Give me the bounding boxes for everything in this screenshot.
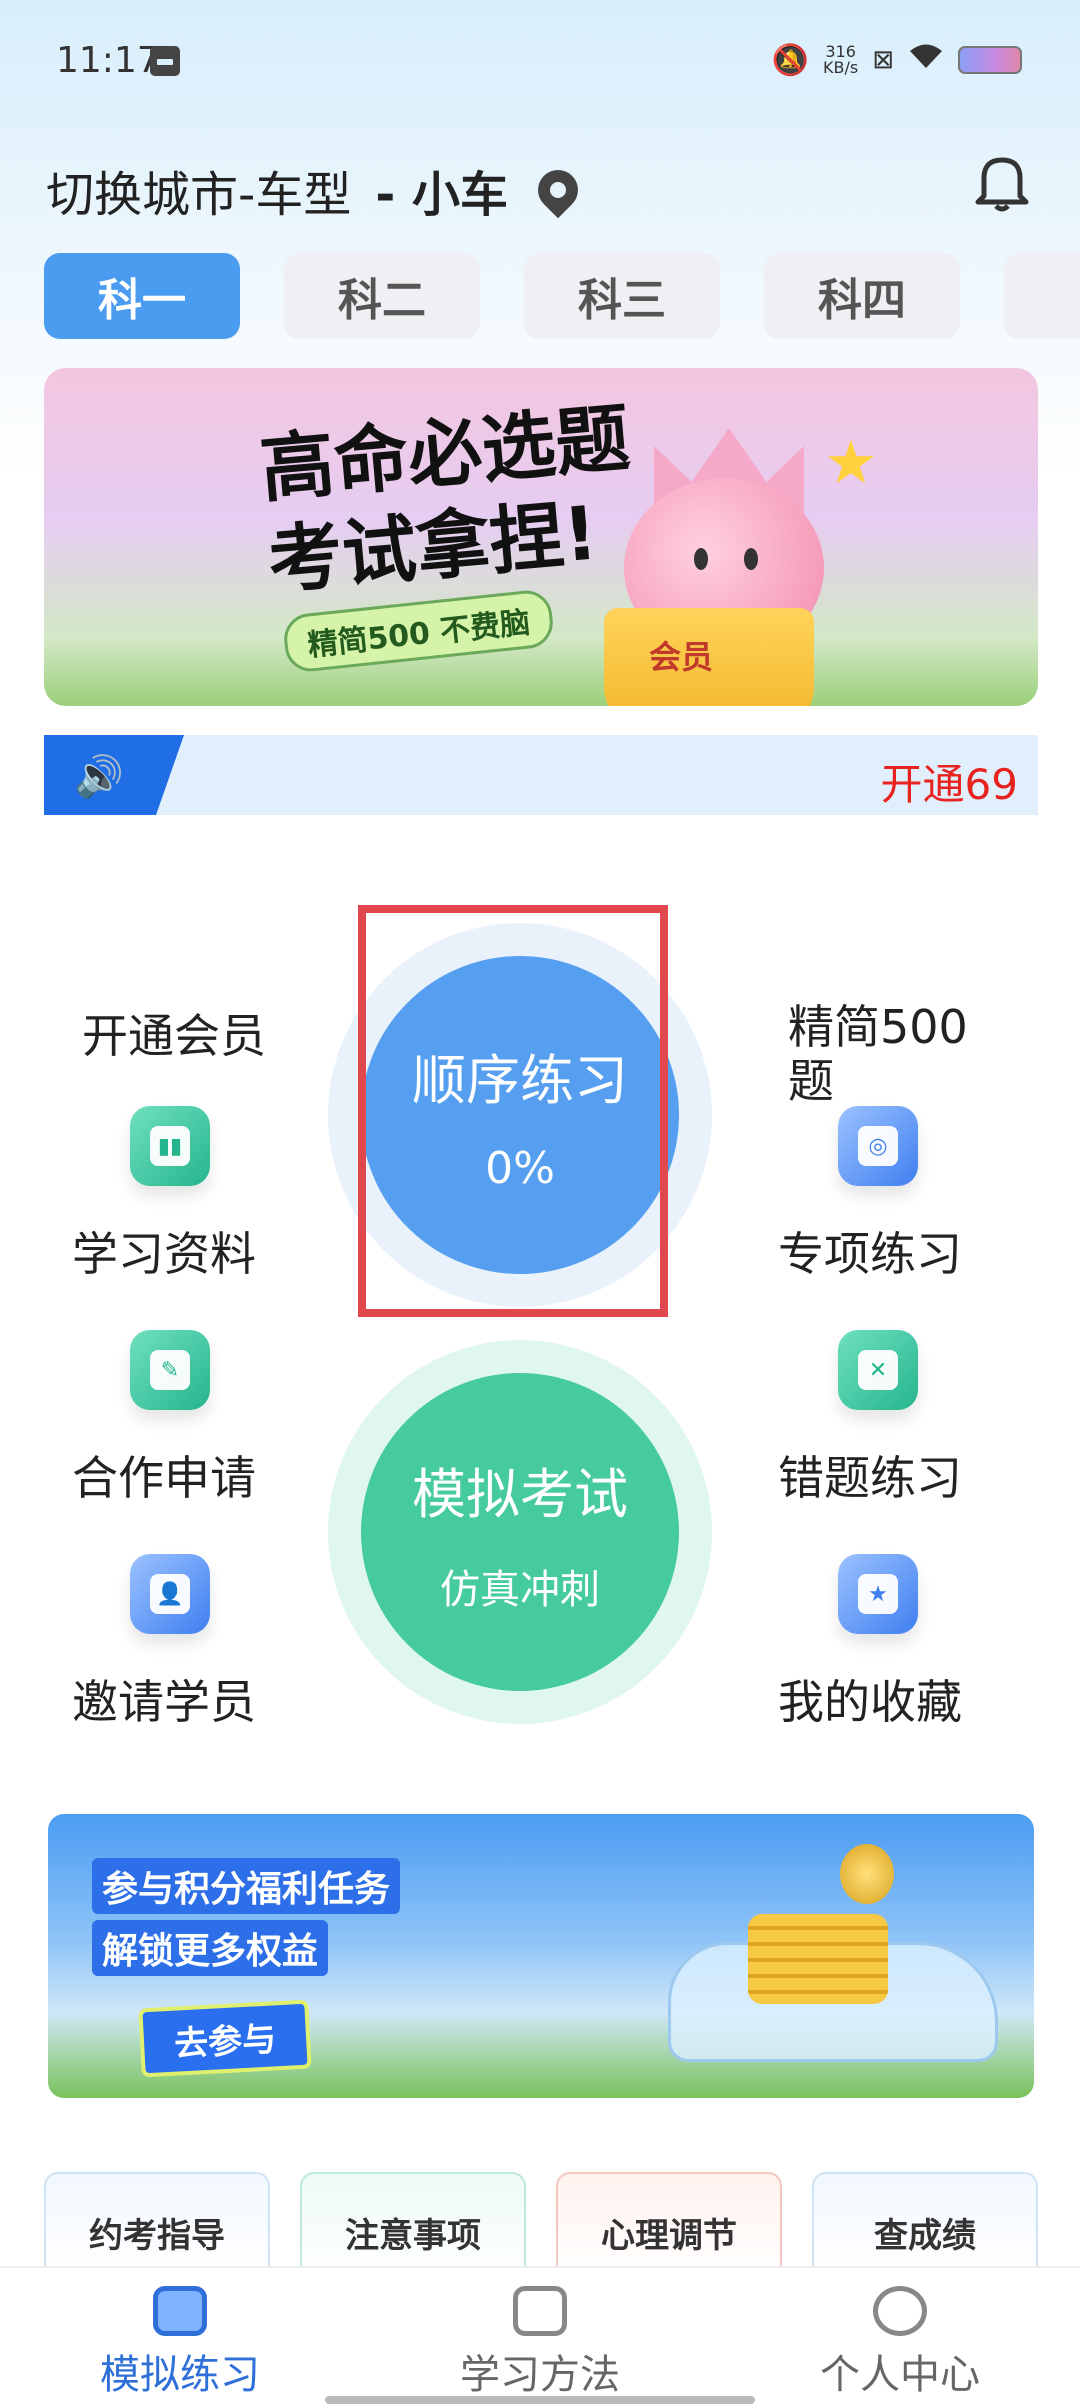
banner-title: 高命必选题 考试拿捏! [257,392,642,608]
exam-title: 模拟考试 [412,1462,628,1526]
grid-wrong-answers[interactable]: 错题练习 [778,1442,962,1508]
notification-app-icon: ⊠ [872,45,894,75]
tab-subject-4[interactable]: 科四 [764,253,960,339]
grid-cooperation[interactable]: 合作申请 [72,1442,256,1508]
city-car-selector[interactable]: 切换城市-车型 - 小车 [46,155,587,225]
nav-personal-center[interactable]: 个人中心 [720,2268,1080,2408]
mock-exam-button[interactable]: 模拟考试 仿真冲刺 [361,1373,679,1691]
grid-study-materials[interactable]: 学习资料 [72,1218,256,1284]
speaker-icon: 🔊 [74,754,124,800]
mascot-eye [694,548,708,570]
tab-subject-1[interactable]: 科一 [44,253,240,339]
battery-icon [958,46,1022,74]
tab-subject-3[interactable]: 科三 [524,253,720,339]
status-bar: 11:17 🔕 316 KB/s ⊠ [0,0,1080,120]
storage-icon [150,46,180,76]
nav-label: 学习方法 [460,2352,620,2398]
net-speed: 316 KB/s [823,44,858,76]
study-materials-icon[interactable]: ▮▮ [130,1106,210,1186]
home-indicator[interactable] [325,2396,755,2404]
task-banner-line2: 解锁更多权益 [92,1920,329,1976]
car-type-label: - 小车 [375,167,508,223]
banner-cup-label: 会员 [649,638,714,676]
grid-my-favorites[interactable]: 我的收藏 [778,1666,962,1732]
status-time: 11:17 [56,40,160,81]
video-icon [513,2286,567,2336]
points-task-banner[interactable]: 参与积分福利任务 解锁更多权益 去参与 [48,1814,1034,2098]
nav-study-methods[interactable]: 学习方法 [360,2268,720,2408]
nav-label: 模拟练习 [100,2352,260,2398]
grid-invite-students[interactable]: 邀请学员 [72,1666,256,1732]
status-icons: 🔕 316 KB/s ⊠ [772,40,1022,80]
join-task-button[interactable]: 去参与 [138,1999,312,2078]
task-banner-line1: 参与积分福利任务 [92,1858,401,1914]
bell-icon[interactable] [970,150,1034,214]
nav-mock-practice[interactable]: 模拟练习 [0,2268,360,2408]
tab-subject-2[interactable]: 科二 [284,253,480,339]
cooperation-icon[interactable]: ✎ [130,1330,210,1410]
membership-banner[interactable]: 高命必选题 考试拿捏! 精简500 不费脑 会员 ★ [44,368,1038,706]
bottom-navigation: 模拟练习 学习方法 个人中心 [0,2266,1080,2408]
favorites-folder-icon[interactable]: ★ [838,1554,918,1634]
wrong-answers-icon[interactable]: ✕ [838,1330,918,1410]
notice-text: 开通69 [880,760,1018,809]
topic-practice-icon[interactable]: ◎ [838,1106,918,1186]
coin-icon [840,1844,894,1904]
mute-bell-icon: 🔕 [771,42,809,78]
smiley-icon [873,2286,927,2336]
grid-topic-practice[interactable]: 专项练习 [778,1218,962,1284]
grid-streamlined-500[interactable]: 精简500 题 [788,1000,968,1108]
grid-open-membership[interactable]: 开通会员 [82,1000,266,1066]
subject-tabs: 科一 科二 科三 科四 满 [44,253,1080,339]
invite-student-icon[interactable]: 👤 [130,1554,210,1634]
car-icon [153,2286,207,2336]
location-pin-icon [529,161,587,219]
highlight-box [358,905,668,1317]
mascot-eye [744,548,758,570]
coin-stack-illustration [748,1914,888,2004]
city-label: 切换城市-车型 [46,167,352,223]
star-icon: ★ [824,428,878,498]
nav-label: 个人中心 [820,2352,980,2398]
notice-bar[interactable]: 🔊 开通69 [44,735,1038,815]
wifi-icon [908,42,944,78]
net-speed-unit: KB/s [823,58,859,77]
tab-full-score[interactable]: 满 [1004,253,1080,339]
exam-subtitle: 仿真冲刺 [440,1566,600,1613]
